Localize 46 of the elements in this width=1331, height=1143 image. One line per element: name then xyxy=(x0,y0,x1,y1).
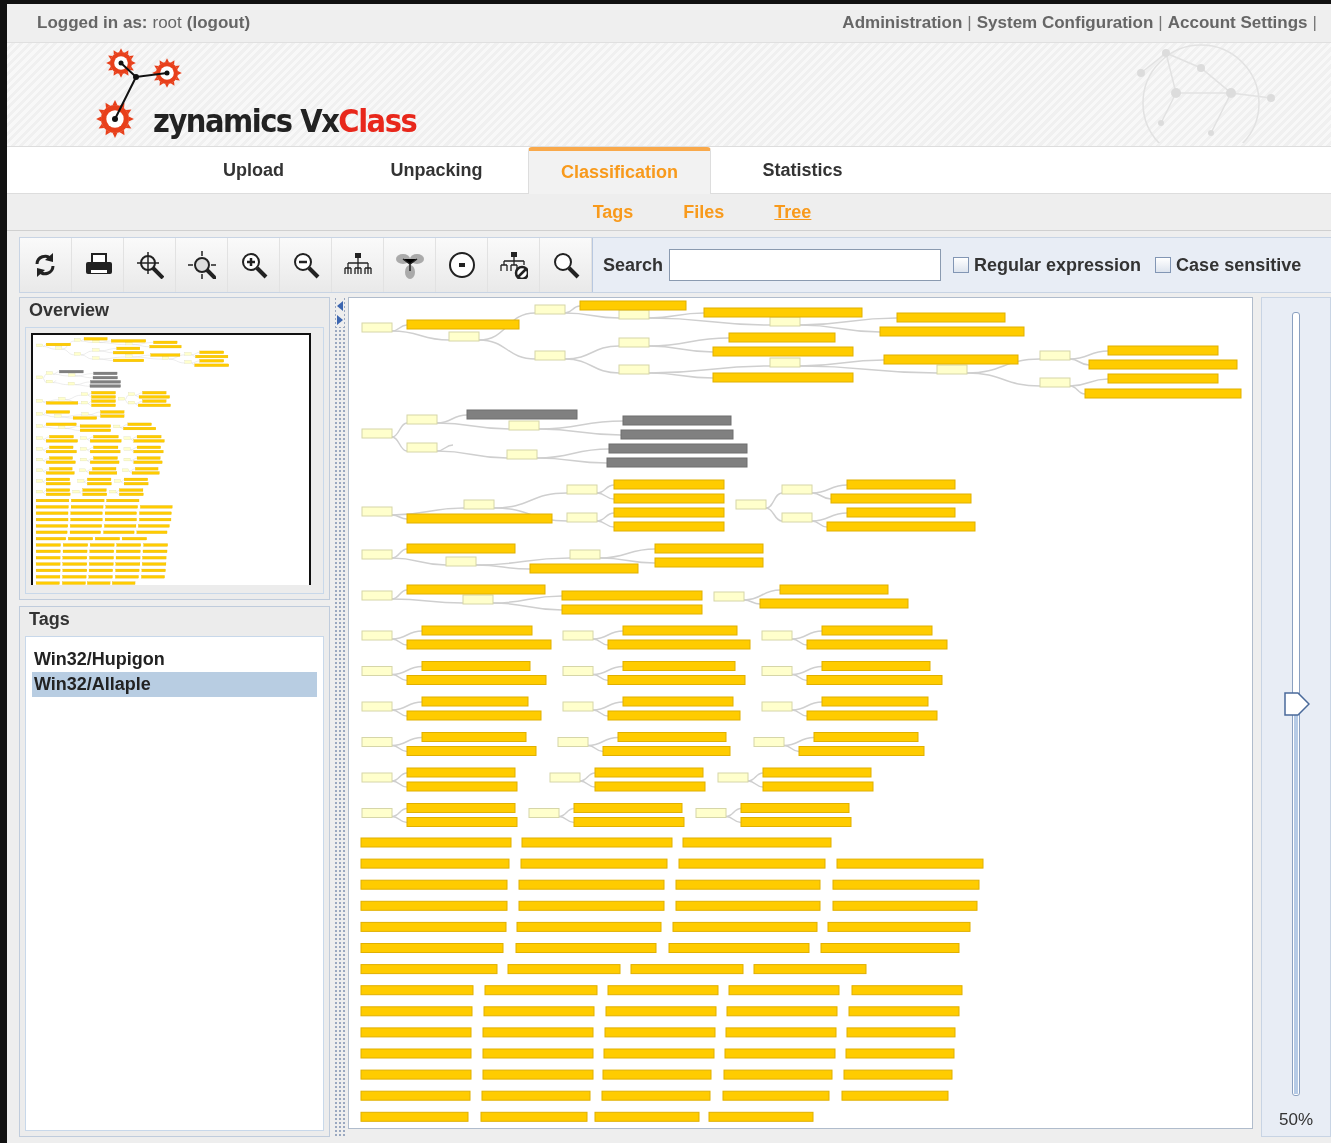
checkbox[interactable] xyxy=(953,257,970,273)
slider-thumb[interactable] xyxy=(1284,692,1311,716)
propeller-button[interactable] xyxy=(384,238,436,292)
hierarchy-blocked-icon xyxy=(499,251,528,279)
separator: | xyxy=(1312,13,1317,33)
separator: | xyxy=(967,13,972,33)
zoom-out-icon xyxy=(291,251,320,279)
nav-link[interactable]: Administration xyxy=(842,13,963,33)
tag-item[interactable]: Win32/Allaple xyxy=(32,672,318,697)
username: root xyxy=(152,13,182,33)
printer-button[interactable] xyxy=(72,238,124,292)
fit-magnifier-button[interactable] xyxy=(176,238,228,292)
nav-tab[interactable]: Unpacking xyxy=(345,147,528,193)
crosshair-magnifier-icon xyxy=(135,251,164,279)
hierarchy-blocked-button[interactable] xyxy=(488,238,540,292)
circle-minus-icon xyxy=(447,251,476,279)
circle-minus-button[interactable] xyxy=(436,238,488,292)
checkbox[interactable] xyxy=(1155,257,1172,273)
nav-link[interactable]: System Configuration xyxy=(976,13,1154,33)
nav-tab[interactable]: Upload xyxy=(162,147,345,193)
panel-title: Overview xyxy=(28,299,111,322)
login-label: Logged in as: xyxy=(37,13,148,33)
zoom-in-icon xyxy=(239,251,268,279)
propeller-icon xyxy=(395,251,424,279)
logout-link[interactable]: (logout) xyxy=(186,13,251,33)
refresh-button[interactable] xyxy=(20,238,72,292)
checkbox-label: Case sensitive xyxy=(1176,254,1302,276)
overview-map[interactable] xyxy=(31,333,311,585)
fit-magnifier-icon xyxy=(187,251,216,279)
zoom-in-button[interactable] xyxy=(228,238,280,292)
panel-title: Tags xyxy=(28,608,71,631)
search-label: Search xyxy=(603,254,664,276)
collapse-arrows-icon[interactable] xyxy=(336,297,345,327)
crosshair-magnifier-button[interactable] xyxy=(124,238,176,292)
separator: | xyxy=(1158,13,1163,33)
zoom-percentage: 50% xyxy=(1279,1110,1314,1130)
hierarchy-button[interactable] xyxy=(332,238,384,292)
nav-tab[interactable]: Statistics xyxy=(711,147,894,193)
search-field[interactable] xyxy=(669,249,942,281)
nav-link[interactable]: Account Settings xyxy=(1167,13,1308,33)
zoom-out-button[interactable] xyxy=(280,238,332,292)
search-button[interactable] xyxy=(540,238,592,292)
search-icon xyxy=(551,251,580,279)
checkbox-label: Regular expression xyxy=(974,254,1142,276)
logo-text: zynamics VxClass xyxy=(153,102,417,140)
tag-item[interactable]: Win32/Hupigon xyxy=(32,647,318,672)
